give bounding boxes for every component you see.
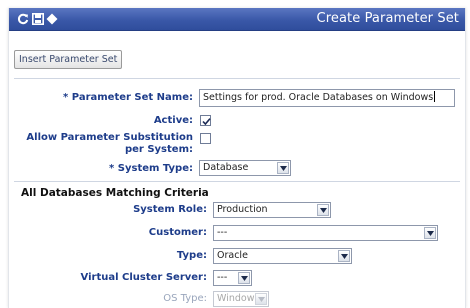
parameter-set-name-input[interactable]: Settings for prod. Oracle Databases on W… <box>199 89 455 107</box>
dropdown-arrow-icon <box>280 166 287 171</box>
dropdown-arrow-icon <box>241 276 248 281</box>
parameter-set-name-label-text: Parameter Set Name: <box>71 92 193 103</box>
os-type-value: Windows <box>217 293 260 304</box>
refresh-icon[interactable] <box>17 13 29 25</box>
allow-substitution-label-line1: Allow Parameter Substitution <box>26 132 193 143</box>
system-type-select[interactable]: Database <box>199 160 291 176</box>
type-value: Oracle <box>217 250 248 261</box>
customer-value: --- <box>217 227 228 238</box>
system-type-value: Database <box>203 162 249 173</box>
os-type-label: OS Type: <box>163 293 207 304</box>
diamond-icon[interactable] <box>46 13 58 25</box>
allow-substitution-label-line2: per System: <box>124 144 193 155</box>
save-icon[interactable] <box>32 13 44 25</box>
dropdown-arrow[interactable] <box>338 250 350 262</box>
dropdown-arrow[interactable] <box>424 227 436 239</box>
divider <box>14 181 460 182</box>
dropdown-arrow-icon <box>427 231 434 236</box>
system-role-value: Production <box>217 204 268 215</box>
type-label: Type: <box>176 250 207 261</box>
virtual-cluster-server-select[interactable]: --- <box>213 270 252 286</box>
divider <box>14 78 460 79</box>
dropdown-arrow-icon <box>258 297 265 302</box>
os-type-select: Windows <box>213 291 269 307</box>
parameter-set-name-value: Settings for prod. Oracle Databases on W… <box>203 92 434 103</box>
window-title: Create Parameter Set <box>316 11 459 26</box>
create-parameter-set-panel: Create Parameter Set Insert Parameter Se… <box>8 8 466 308</box>
insert-parameter-set-button[interactable]: Insert Parameter Set <box>14 50 123 69</box>
required-marker: * <box>109 163 115 174</box>
dropdown-arrow-icon <box>341 254 348 259</box>
dropdown-arrow <box>255 293 267 305</box>
system-type-label-text: System Type: <box>117 163 193 174</box>
system-role-select[interactable]: Production <box>213 202 331 218</box>
virtual-cluster-server-label: Virtual Cluster Server: <box>80 272 207 283</box>
active-label: Active: <box>153 115 193 126</box>
checkmark-icon <box>202 118 211 126</box>
system-role-label: System Role: <box>133 204 207 215</box>
text-caret <box>434 91 436 102</box>
dropdown-arrow[interactable] <box>317 204 329 216</box>
customer-select[interactable]: --- <box>213 225 438 241</box>
allow-substitution-checkbox[interactable] <box>200 133 211 144</box>
dropdown-arrow-icon <box>320 208 327 213</box>
criteria-heading: All Databases Matching Criteria <box>21 187 209 199</box>
parameter-set-name-label: * Parameter Set Name: <box>63 92 193 104</box>
required-marker: * <box>63 92 69 103</box>
virtual-cluster-server-value: --- <box>217 272 228 283</box>
type-select[interactable]: Oracle <box>213 248 352 264</box>
customer-label: Customer: <box>148 227 207 238</box>
dropdown-arrow[interactable] <box>277 162 289 174</box>
active-checkbox[interactable] <box>200 115 211 126</box>
dropdown-arrow[interactable] <box>238 272 250 284</box>
system-type-label: * System Type: <box>109 163 193 175</box>
title-bar: Create Parameter Set <box>9 8 465 31</box>
